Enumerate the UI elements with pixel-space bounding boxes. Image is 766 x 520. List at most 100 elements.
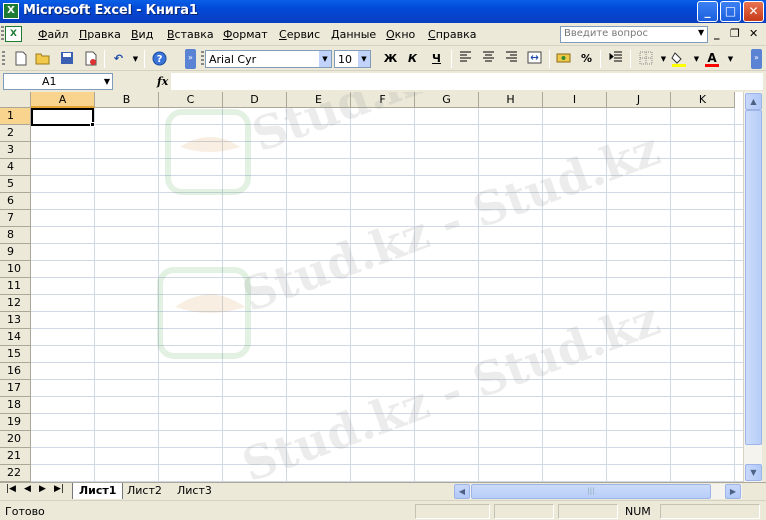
fill-color-icon[interactable]: [670, 51, 687, 67]
sheet-tab-2[interactable]: Лист2: [121, 483, 168, 499]
undo-dropdown-icon[interactable]: ▼: [127, 51, 144, 67]
active-cell[interactable]: [31, 108, 94, 126]
doc-close-button[interactable]: ✕: [749, 27, 758, 40]
scroll-up-icon[interactable]: ▲: [745, 93, 762, 110]
column-header-e[interactable]: E: [287, 92, 351, 108]
prev-sheet-icon[interactable]: ◀: [24, 484, 31, 494]
worksheet[interactable]: ABCDEFGHIJK 1 2 3 4 5 6 7 8 9 10 11 12 13 14 15 16 17 18 1…: [0, 92, 743, 482]
font-name-select[interactable]: Arial Cyr ▼: [205, 50, 332, 68]
row-header-4[interactable]: 4: [0, 159, 31, 176]
row-header-7[interactable]: 7: [0, 210, 31, 227]
decrease-indent-icon[interactable]: [607, 51, 624, 67]
align-center-icon[interactable]: [480, 51, 497, 67]
row-header-13[interactable]: 13: [0, 312, 31, 329]
font-color-dropdown-icon[interactable]: ▼: [722, 51, 739, 67]
vertical-scroll-thumb[interactable]: [745, 110, 762, 445]
row-header-3[interactable]: 3: [0, 142, 31, 159]
column-header-c[interactable]: C: [159, 92, 223, 108]
row-header-15[interactable]: 15: [0, 346, 31, 363]
column-header-k[interactable]: K: [671, 92, 735, 108]
menu-edit[interactable]: Правка: [79, 28, 121, 41]
menu-tools[interactable]: Сервис: [279, 28, 320, 41]
vertical-scrollbar[interactable]: ▲ ▼: [743, 92, 762, 482]
chevron-down-icon[interactable]: ▼: [358, 51, 370, 67]
sheet-tab-1[interactable]: Лист1: [72, 483, 124, 499]
column-header-j[interactable]: J: [607, 92, 671, 108]
permission-icon[interactable]: [82, 51, 99, 67]
minimize-button[interactable]: _: [697, 1, 718, 22]
row-header-19[interactable]: 19: [0, 414, 31, 431]
currency-icon[interactable]: [555, 51, 572, 67]
row-header-17[interactable]: 17: [0, 380, 31, 397]
select-all-corner[interactable]: [0, 92, 31, 108]
column-header-g[interactable]: G: [415, 92, 479, 108]
new-document-icon[interactable]: [12, 51, 29, 67]
menu-help[interactable]: Справка: [428, 28, 476, 41]
font-color-icon[interactable]: A: [703, 51, 720, 67]
column-header-d[interactable]: D: [223, 92, 287, 108]
bold-button[interactable]: Ж: [382, 51, 399, 67]
doc-minimize-button[interactable]: _: [714, 27, 720, 40]
name-box[interactable]: A1 ▼: [3, 73, 113, 90]
row-header-5[interactable]: 5: [0, 176, 31, 193]
scroll-left-icon[interactable]: ◀: [454, 484, 470, 499]
chevron-down-icon[interactable]: ▼: [319, 51, 331, 67]
close-button[interactable]: ✕: [743, 1, 764, 22]
row-header-22[interactable]: 22: [0, 465, 31, 482]
help-icon[interactable]: ?: [151, 51, 168, 67]
workbook-icon[interactable]: X: [5, 26, 22, 42]
row-header-14[interactable]: 14: [0, 329, 31, 346]
formula-input[interactable]: [171, 73, 763, 90]
row-header-20[interactable]: 20: [0, 431, 31, 448]
column-header-i[interactable]: I: [543, 92, 607, 108]
menu-data[interactable]: Данные: [331, 28, 376, 41]
toolbar-overflow-icon[interactable]: »: [751, 49, 762, 69]
row-header-21[interactable]: 21: [0, 448, 31, 465]
excel-icon[interactable]: X: [3, 3, 19, 19]
menu-window[interactable]: Окно: [386, 28, 415, 41]
save-icon[interactable]: [58, 51, 75, 67]
last-sheet-icon[interactable]: ▶|: [54, 484, 64, 494]
sheet-tab-3[interactable]: Лист3: [171, 483, 218, 499]
fill-handle[interactable]: [90, 122, 95, 127]
horizontal-scrollbar[interactable]: ◀ ||| ▶: [454, 484, 742, 499]
row-header-2[interactable]: 2: [0, 125, 31, 142]
open-folder-icon[interactable]: [34, 51, 51, 67]
column-header-a[interactable]: A: [31, 92, 95, 108]
row-header-11[interactable]: 11: [0, 278, 31, 295]
font-size-select[interactable]: 10 ▼: [334, 50, 371, 68]
menu-format[interactable]: Формат: [223, 28, 268, 41]
align-left-icon[interactable]: [457, 51, 474, 67]
italic-button[interactable]: К: [404, 51, 421, 67]
undo-icon[interactable]: ↶: [110, 51, 127, 67]
toolbar-overflow-icon[interactable]: »: [185, 49, 196, 69]
help-question-input[interactable]: Введите вопрос: [560, 26, 708, 43]
next-sheet-icon[interactable]: ▶: [39, 484, 46, 494]
align-right-icon[interactable]: [503, 51, 520, 67]
column-header-h[interactable]: H: [479, 92, 543, 108]
column-header-f[interactable]: F: [351, 92, 415, 108]
row-header-1[interactable]: 1: [0, 108, 31, 125]
merge-center-icon[interactable]: [526, 51, 543, 67]
row-header-9[interactable]: 9: [0, 244, 31, 261]
toolbar-grip[interactable]: [2, 51, 5, 67]
first-sheet-icon[interactable]: |◀: [6, 484, 16, 494]
horizontal-scroll-thumb[interactable]: |||: [471, 484, 711, 499]
menu-insert[interactable]: Вставка: [167, 28, 214, 41]
scroll-right-icon[interactable]: ▶: [725, 484, 741, 499]
row-header-12[interactable]: 12: [0, 295, 31, 312]
row-header-8[interactable]: 8: [0, 227, 31, 244]
chevron-down-icon[interactable]: ▼: [104, 74, 110, 89]
maximize-button[interactable]: □: [720, 1, 741, 22]
row-header-18[interactable]: 18: [0, 397, 31, 414]
row-header-6[interactable]: 6: [0, 193, 31, 210]
cell-grid[interactable]: [31, 108, 743, 482]
column-header-b[interactable]: B: [95, 92, 159, 108]
insert-function-icon[interactable]: fx: [157, 75, 168, 88]
percent-button[interactable]: %: [578, 51, 595, 67]
borders-icon[interactable]: [637, 51, 654, 67]
row-header-16[interactable]: 16: [0, 363, 31, 380]
menu-file[interactable]: Файл: [38, 28, 68, 41]
row-header-10[interactable]: 10: [0, 261, 31, 278]
doc-restore-button[interactable]: ❐: [730, 27, 740, 40]
